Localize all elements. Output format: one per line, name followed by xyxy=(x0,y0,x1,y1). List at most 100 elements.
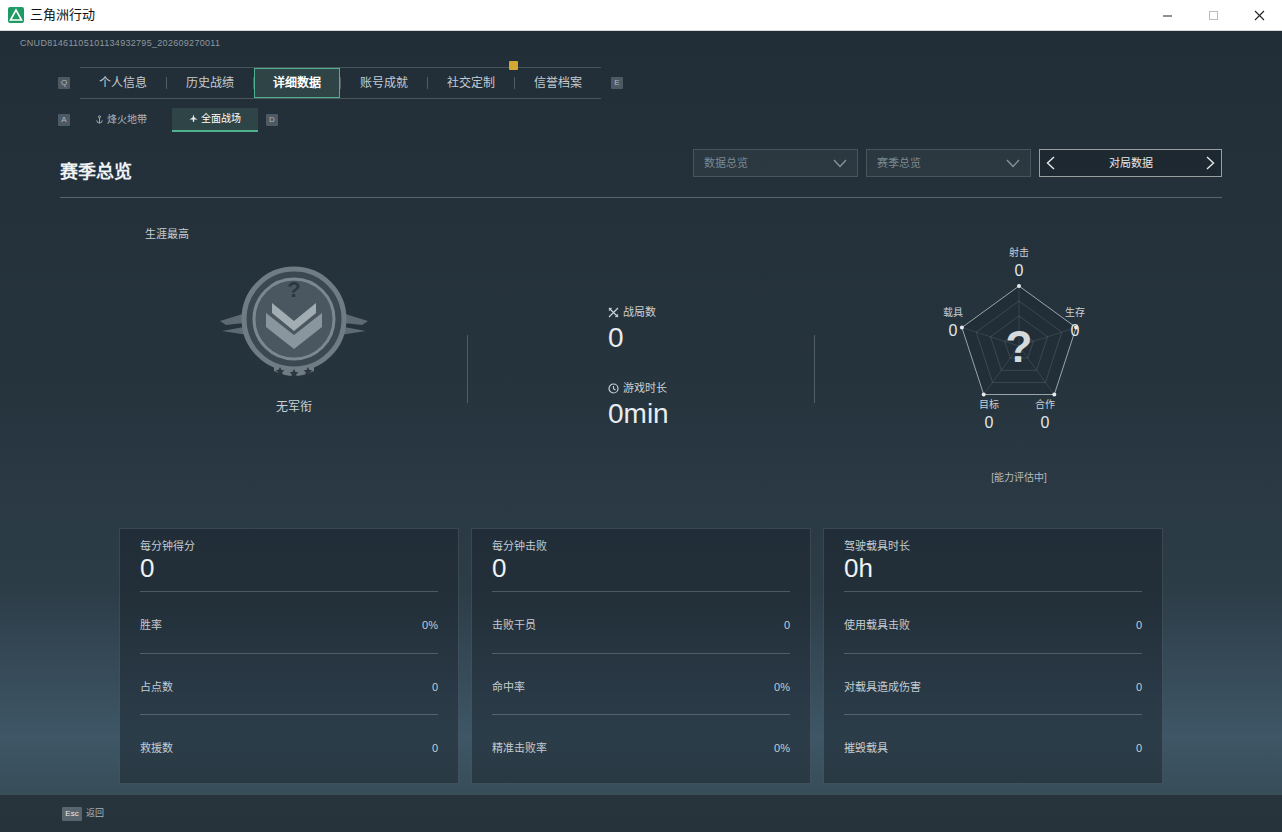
main-tab[interactable]: 个人信息 xyxy=(80,68,166,98)
radar-axis-value: 0 xyxy=(989,260,1049,282)
filter-label: 赛季总览 xyxy=(877,155,921,172)
minimize-button[interactable] xyxy=(1144,0,1190,30)
chevron-left-icon xyxy=(1046,156,1055,170)
ability-panel: 射击0生存0合作0目标0载具0?[能力评估中] xyxy=(815,198,1222,494)
radar-axis-value: 0 xyxy=(923,320,983,342)
prev-tab-key[interactable]: Q xyxy=(58,77,70,89)
stat-row: 击败干员 0 xyxy=(492,592,790,653)
rank-emblem-mark: ? xyxy=(218,277,370,303)
prev-mode-key[interactable]: A xyxy=(58,114,70,126)
tab-separator xyxy=(340,77,341,89)
main-tab[interactable]: 详细数据 xyxy=(254,68,340,98)
stat-row: 精准击败率0% xyxy=(492,714,790,775)
data-pager[interactable]: 对局数据 xyxy=(1039,149,1222,177)
summary-value: 0 xyxy=(608,320,814,356)
delta-logo-icon xyxy=(8,7,24,23)
overview-title: 赛季总览 xyxy=(60,159,132,186)
card-value: 0h xyxy=(844,553,1142,592)
stat-label: 胜率 xyxy=(140,617,162,634)
stat-row: 使用载具击败0 xyxy=(844,592,1142,653)
card-value: 0 xyxy=(140,553,438,592)
stat-value: 0% xyxy=(422,617,438,634)
tab-strip: 个人信息历史战绩详细数据 账号成就 社交定制 信誉档案 xyxy=(80,67,601,99)
radar-axis: 射击0 xyxy=(989,246,1049,282)
stat-label: 命中率 xyxy=(492,679,525,696)
stat-value: 0 xyxy=(784,617,790,634)
mode-tab[interactable]: 全面战场 xyxy=(172,108,258,132)
chevron-down-icon xyxy=(1006,159,1020,168)
radar-axis-value: 0 xyxy=(1015,412,1075,434)
chevron-down-icon xyxy=(833,159,847,168)
close-button[interactable] xyxy=(1236,0,1282,30)
footer-bar: Esc 返回 xyxy=(0,795,1282,832)
next-mode-key[interactable]: D xyxy=(266,114,278,126)
summary-panel: 战局数0游戏时长0min xyxy=(468,198,814,456)
mode-tab[interactable]: 烽火地带 xyxy=(78,108,164,132)
maximize-icon xyxy=(1208,10,1219,21)
summary-label: 战局数 xyxy=(623,304,656,320)
stat-row: 命中率 0% xyxy=(492,653,790,714)
stat-value: 0% xyxy=(774,679,790,696)
next-tab-key[interactable]: E xyxy=(611,77,623,89)
main-tab[interactable]: 历史战绩 xyxy=(167,68,253,98)
card-title: 驾驶载具时长 xyxy=(844,539,1142,553)
stat-row: 占点数0 xyxy=(140,653,438,714)
rank-emblem: ? xyxy=(218,263,370,379)
minimize-icon xyxy=(1162,10,1173,21)
clock-icon xyxy=(608,383,619,394)
main-tabs: Q 个人信息历史战绩详细数据 账号成就 社交定制 信誉档案 E xyxy=(58,67,1282,99)
tab-label: 账号成就 xyxy=(360,76,408,90)
stat-value: 0 xyxy=(1136,617,1142,634)
radar-axis: 载具0 xyxy=(923,306,983,342)
radar-axis: 合作0 xyxy=(1015,398,1075,434)
stat-label: 击败干员 xyxy=(492,617,536,634)
rank-caption: 生涯最高 xyxy=(120,226,467,243)
tab-alert-badge xyxy=(509,61,518,70)
filter-dropdown[interactable]: 数据总览 xyxy=(693,149,858,177)
main-tab[interactable]: 信誉档案 xyxy=(515,68,601,98)
maximize-button[interactable] xyxy=(1190,0,1236,30)
tab-alert-badge xyxy=(161,61,170,70)
tab-alert-badge xyxy=(334,62,343,71)
rank-name: 无军衔 xyxy=(218,398,370,416)
stat-label: 占点数 xyxy=(140,679,173,696)
summary-label-row: 战局数 xyxy=(608,304,814,320)
card-value: 0 xyxy=(492,553,790,592)
back-button[interactable]: Esc 返回 xyxy=(62,807,104,821)
radar-axis: 生存0 xyxy=(1045,306,1105,342)
main-tab[interactable]: 社交定制 xyxy=(428,68,514,98)
stats-separator xyxy=(467,335,468,403)
tab-label: 信誉档案 xyxy=(534,76,582,90)
filter-label: 数据总览 xyxy=(704,155,748,172)
stat-value: 0% xyxy=(774,740,790,757)
close-icon xyxy=(1254,10,1265,21)
main-tab[interactable]: 账号成就 xyxy=(341,68,427,98)
stat-row: 摧毁载具 0 xyxy=(844,714,1142,775)
radar-axis-value: 0 xyxy=(959,412,1019,434)
stat-value: 0 xyxy=(1136,679,1142,696)
game-screen: CNUD81461105101134932795_202609270011Q个人… xyxy=(0,31,1282,832)
stats-separator xyxy=(814,335,815,403)
stat-value: 0 xyxy=(1136,740,1142,757)
radar-axis-label: 射击 xyxy=(989,246,1049,260)
esc-key: Esc xyxy=(62,807,82,821)
stats-overview: 生涯最高?无军衔战局数0游戏时长0min射击0生存0合作0目标0载具0?[能力评… xyxy=(60,198,1222,498)
stat-label: 救援数 xyxy=(140,740,173,757)
chevron-right-icon xyxy=(1206,156,1215,170)
tab-label: 社交定制 xyxy=(447,76,495,90)
pager-label: 对局数据 xyxy=(1109,155,1153,172)
overview-header: 赛季总览 数据总览 赛季总览 对局数据 xyxy=(60,149,1222,198)
summary-label: 游戏时长 xyxy=(623,380,667,396)
radar-axis-label: 目标 xyxy=(959,398,1019,412)
stat-label: 对载具造成伤害 xyxy=(844,679,921,696)
rank-panel: 生涯最高? 无军衔 xyxy=(60,198,467,416)
radar-axis-label: 合作 xyxy=(1015,398,1075,412)
stat-value: 0 xyxy=(432,740,438,757)
stat-label: 摧毁载具 xyxy=(844,740,888,757)
back-label: 返回 xyxy=(86,807,104,821)
tab-separator xyxy=(427,77,428,89)
radar-center-mark: ? xyxy=(999,322,1039,372)
card-title: 每分钟击败 xyxy=(492,539,790,553)
tab-separator xyxy=(166,77,167,89)
filter-dropdown[interactable]: 赛季总览 xyxy=(866,149,1031,177)
